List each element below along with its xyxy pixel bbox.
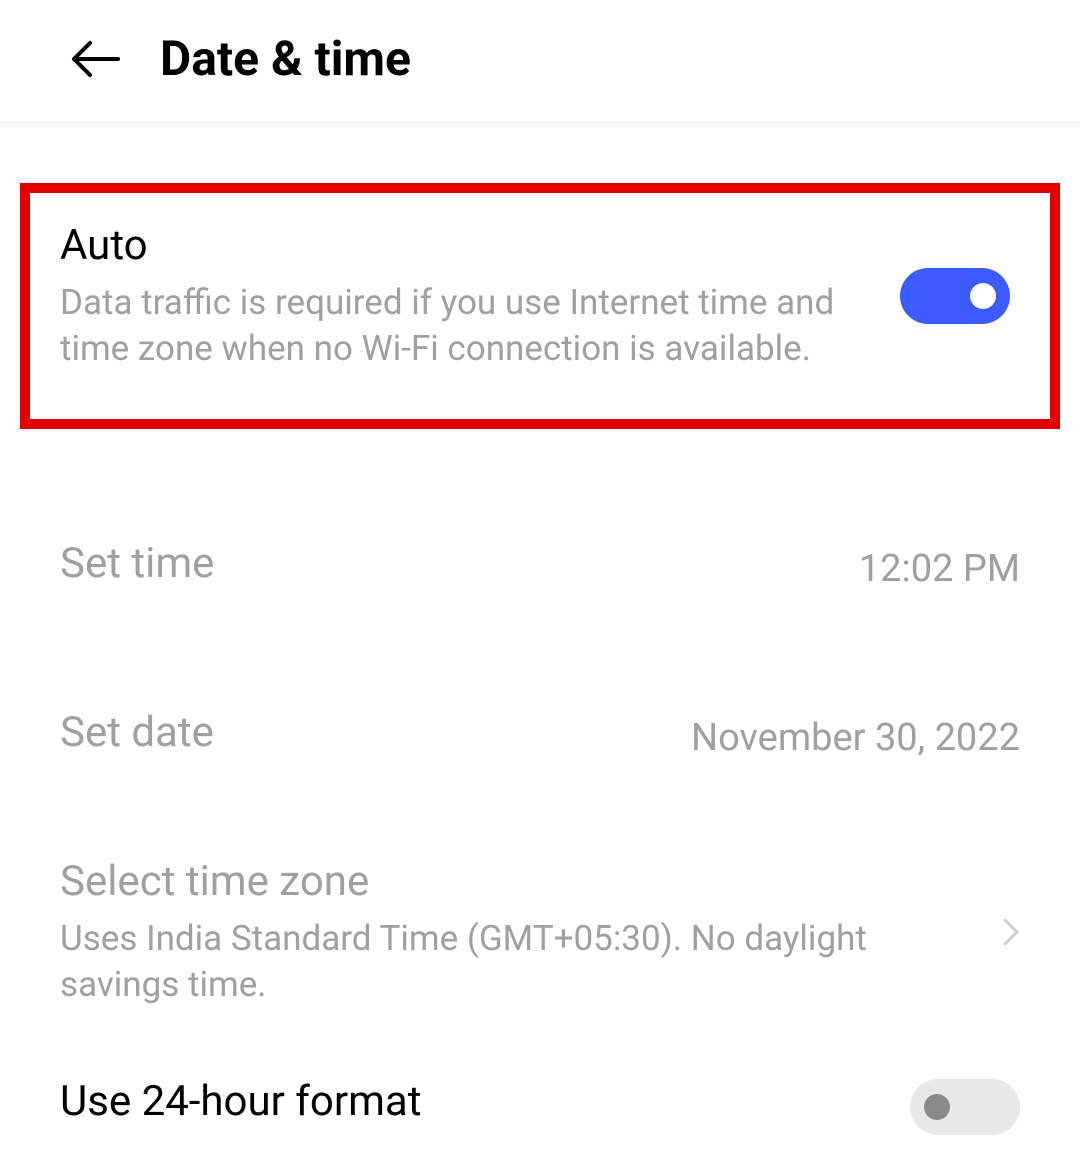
content: Auto Data traffic is required if you use… — [0, 183, 1080, 1136]
timezone-text: Select time zone Uses India Standard Tim… — [60, 857, 982, 1007]
header: Date & time — [0, 0, 1080, 123]
auto-setting-description: Data traffic is required if you use Inte… — [60, 280, 870, 371]
chevron-right-icon — [1002, 917, 1020, 947]
set-date-label: Set date — [60, 708, 214, 757]
timezone-description: Uses India Standard Time (GMT+05:30). No… — [60, 916, 952, 1007]
auto-setting-highlight: Auto Data traffic is required if you use… — [20, 183, 1060, 429]
set-time-value: 12:02 PM — [859, 547, 1020, 591]
arrow-left-icon — [70, 40, 120, 78]
toggle-thumb — [924, 1094, 950, 1120]
timezone-row[interactable]: Select time zone Uses India Standard Tim… — [0, 857, 1080, 1007]
timezone-label: Select time zone — [60, 857, 952, 906]
set-date-row[interactable]: Set date November 30, 2022 — [0, 708, 1080, 767]
format-24h-label: Use 24-hour format — [60, 1077, 422, 1126]
page-title: Date & time — [160, 30, 411, 87]
toggle-thumb — [970, 283, 996, 309]
auto-toggle[interactable] — [900, 268, 1010, 324]
set-time-label: Set time — [60, 539, 214, 588]
auto-setting-text: Auto Data traffic is required if you use… — [60, 221, 900, 371]
format-24h-row[interactable]: Use 24-hour format — [0, 1077, 1080, 1136]
format-24h-toggle[interactable] — [910, 1079, 1020, 1135]
auto-setting-title: Auto — [60, 221, 870, 270]
back-button[interactable] — [70, 39, 120, 79]
set-time-row[interactable]: Set time 12:02 PM — [0, 539, 1080, 598]
set-date-value: November 30, 2022 — [691, 716, 1020, 760]
auto-setting-row[interactable]: Auto Data traffic is required if you use… — [60, 221, 1010, 371]
